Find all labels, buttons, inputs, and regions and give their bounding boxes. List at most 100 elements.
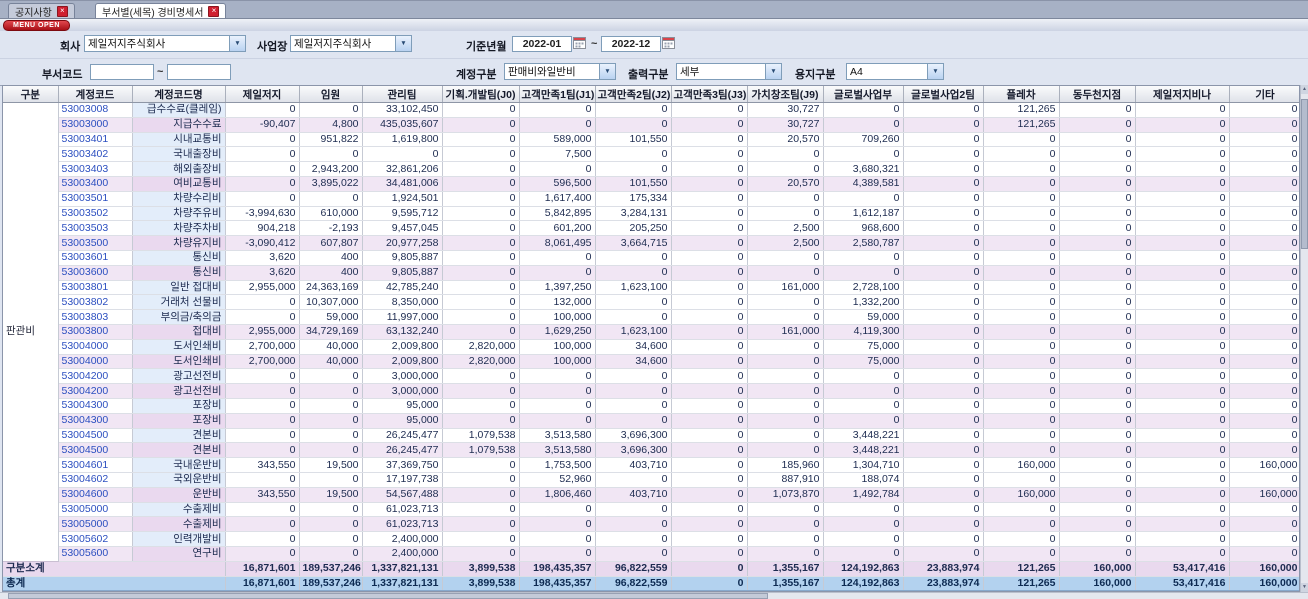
column-header[interactable]: 기획.개발팀(J0) xyxy=(442,86,520,103)
table-row[interactable]: 53004602 국외운반비 0 0 17,197,738 0 52,960 0 0 887,91… xyxy=(3,472,1299,488)
table-row[interactable]: 53004200 광고선전비 0 0 3,000,000 0 0 0 0 0 0 0 0 0 0 0 xyxy=(3,368,1299,385)
table-row[interactable]: 53003801 일반 접대비 2,955,000 24,363,169 42,785,… xyxy=(3,280,1299,296)
menu-open-button[interactable]: MENU OPEN xyxy=(3,20,70,31)
account-code[interactable]: 53003600 xyxy=(58,265,133,281)
account-code[interactable]: 53004000 xyxy=(58,354,133,370)
vertical-scrollbar-thumb[interactable] xyxy=(1301,99,1308,249)
table-row[interactable]: 판관비 53003008 급수수료(클레임) 0 0 33,102,450 0 0 0 0 30,7… xyxy=(3,102,1299,562)
company-select[interactable]: 제일저지주식회사 ▼ xyxy=(84,35,246,52)
close-icon[interactable]: × xyxy=(56,5,68,17)
column-header[interactable]: 계정코드명 xyxy=(132,86,226,103)
account-code[interactable]: 53003401 xyxy=(58,132,133,148)
table-row[interactable]: 53004500 견본비 0 0 26,245,477 1,079,538 3,513,58… xyxy=(3,428,1299,444)
table-row[interactable]: 53003601 통신비 3,620 400 9,805,887 0 0 0 0 0 0 0 0 0 0 0 xyxy=(3,250,1299,266)
table-row[interactable]: 53003803 부의금/축의금 0 59,000 11,997,000 0 100,000… xyxy=(3,309,1299,325)
column-header[interactable]: 제일저지비나 xyxy=(1135,86,1230,103)
account-code[interactable]: 53003800 xyxy=(58,324,133,340)
table-row[interactable]: 53003503 차량주차비 904,218 -2,193 9,457,045 0 601,… xyxy=(3,220,1299,237)
date-from-input[interactable] xyxy=(512,36,572,52)
tab-expense-report[interactable]: 부서별(세목) 경비명세서 × xyxy=(95,3,227,19)
date-to-input[interactable] xyxy=(601,36,661,52)
table-row[interactable]: 53004500 견본비 0 0 26,245,477 1,079,538 3,513,58… xyxy=(3,442,1299,459)
account-code[interactable]: 53003802 xyxy=(58,294,133,311)
account-code[interactable]: 53004601 xyxy=(58,457,133,473)
column-header[interactable]: 고객만족1팀(J1) xyxy=(519,86,596,103)
column-header[interactable]: 기타 xyxy=(1229,86,1299,103)
vertical-scrollbar[interactable]: ▲ ▼ xyxy=(1300,85,1308,592)
table-row[interactable]: 53003402 국내출장비 0 0 0 0 7,500 0 0 0 0 0 0 0 0 0 xyxy=(3,146,1299,163)
account-code[interactable]: 53003400 xyxy=(58,176,133,192)
account-code[interactable]: 53003502 xyxy=(58,206,133,222)
table-row[interactable]: 53004300 포장비 0 0 95,000 0 0 0 0 0 0 0 0 0 0 0 xyxy=(3,413,1299,429)
column-header[interactable]: 제일저지 xyxy=(225,86,300,103)
table-row[interactable]: 53005600 연구비 0 0 2,400,000 0 0 0 0 0 0 0 0 0 0 0 xyxy=(3,546,1299,562)
account-code[interactable]: 53003501 xyxy=(58,191,133,207)
column-header[interactable]: 글로벌사업2팀 xyxy=(903,86,984,103)
table-row[interactable]: 53004000 도서인쇄비 2,700,000 40,000 2,009,800 2,8… xyxy=(3,339,1299,355)
table-row[interactable]: 53003000 지급수수료 -90,407 4,800 435,035,607 0 0 0 0… xyxy=(3,117,1299,133)
account-code[interactable]: 53003000 xyxy=(58,117,133,133)
table-row[interactable]: 53004601 국내운반비 343,550 19,500 37,369,750 0 1,7… xyxy=(3,457,1299,473)
column-header[interactable]: 임원 xyxy=(299,86,363,103)
account-code[interactable]: 53004200 xyxy=(58,368,133,385)
tab-notice[interactable]: 공지사항 × xyxy=(8,3,75,19)
column-header[interactable]: 고객만족2팀(J2) xyxy=(595,86,672,103)
table-row[interactable]: 53003400 여비교통비 0 3,895,022 34,481,006 0 596,50… xyxy=(3,176,1299,192)
table-row[interactable]: 53004000 도서인쇄비 2,700,000 40,000 2,009,800 2,8… xyxy=(3,354,1299,370)
account-code[interactable]: 53004600 xyxy=(58,487,133,503)
table-row[interactable]: 53003401 시내교통비 0 951,822 1,619,800 0 589,000 10… xyxy=(3,132,1299,148)
account-code[interactable]: 53003008 xyxy=(58,102,133,118)
column-header[interactable]: 플레차 xyxy=(983,86,1060,103)
account-code[interactable]: 53004000 xyxy=(58,339,133,355)
column-header[interactable]: 구분 xyxy=(3,86,59,103)
account-code[interactable]: 53003403 xyxy=(58,161,133,177)
table-row[interactable]: 53004200 광고선전비 0 0 3,000,000 0 0 0 0 0 0 0 0 0 0 0 xyxy=(3,383,1299,399)
account-code[interactable]: 53003801 xyxy=(58,280,133,296)
calendar-icon[interactable] xyxy=(662,36,676,50)
column-header[interactable]: 가치창조팀(J9) xyxy=(747,86,824,103)
account-code[interactable]: 53004200 xyxy=(58,383,133,399)
column-header[interactable]: 관리팀 xyxy=(362,86,443,103)
account-code[interactable]: 53004602 xyxy=(58,472,133,488)
table-row[interactable]: 53003502 차량주유비 -3,994,630 610,000 9,595,712 0… xyxy=(3,206,1299,222)
account-code[interactable]: 53003803 xyxy=(58,309,133,325)
table-row[interactable]: 53003403 해외출장비 0 2,943,200 32,861,206 0 0 0 0 0 3,… xyxy=(3,161,1299,177)
table-row[interactable]: 53003600 통신비 3,620 400 9,805,887 0 0 0 0 0 0 0 0 0 0 0 xyxy=(3,265,1299,281)
account-code[interactable]: 53004300 xyxy=(58,413,133,429)
table-row[interactable]: 53005000 수출제비 0 0 61,023,713 0 0 0 0 0 0 0 0 0 0 0 xyxy=(3,502,1299,518)
calendar-icon[interactable] xyxy=(573,36,587,50)
output-type-select[interactable]: 세부 ▼ xyxy=(676,63,782,80)
table-row[interactable]: 53005602 인력개발비 0 0 2,400,000 0 0 0 0 0 0 0 0 0 0 0 xyxy=(3,531,1299,547)
dept-from-input[interactable] xyxy=(90,64,154,80)
account-type-select[interactable]: 판매비와일반비 ▼ xyxy=(504,63,616,80)
scroll-up-icon[interactable]: ▲ xyxy=(1301,85,1308,94)
table-row[interactable]: 53004600 운반비 343,550 19,500 54,567,488 0 1,806… xyxy=(3,487,1299,503)
worksite-select[interactable]: 제일저지주식회사 ▼ xyxy=(290,35,412,52)
table-row[interactable]: 53003501 차량수리비 0 0 1,924,501 0 1,617,400 175,33… xyxy=(3,191,1299,207)
paper-type-select[interactable]: A4 ▼ xyxy=(846,63,944,80)
table-row[interactable]: 53003800 접대비 2,955,000 34,729,169 63,132,240… xyxy=(3,324,1299,340)
table-row[interactable]: 53003500 차량유지비 -3,090,412 607,807 20,977,258… xyxy=(3,235,1299,251)
account-code[interactable]: 53005602 xyxy=(58,531,133,547)
account-code[interactable]: 53003402 xyxy=(58,146,133,163)
table-row[interactable]: 53004300 포장비 0 0 95,000 0 0 0 0 0 0 0 0 0 0 0 xyxy=(3,398,1299,414)
account-code[interactable]: 53005000 xyxy=(58,516,133,533)
table-row[interactable]: 53003802 거래처 선물비 0 10,307,000 8,350,000 0 132,… xyxy=(3,294,1299,311)
account-code[interactable]: 53003601 xyxy=(58,250,133,266)
close-icon[interactable]: × xyxy=(208,5,220,17)
account-code[interactable]: 53004500 xyxy=(58,442,133,459)
subtotal-row[interactable]: 구분소계 16,871,601 189,537,246 1,337,821,131 3,… xyxy=(3,561,1299,577)
account-code[interactable]: 53003503 xyxy=(58,220,133,237)
account-code[interactable]: 53005000 xyxy=(58,502,133,518)
horizontal-scrollbar-thumb[interactable] xyxy=(8,593,768,599)
account-code[interactable]: 53003500 xyxy=(58,235,133,251)
account-code[interactable]: 53004300 xyxy=(58,398,133,414)
account-code[interactable]: 53004500 xyxy=(58,428,133,444)
column-header[interactable]: 계정코드 xyxy=(58,86,133,103)
dept-to-input[interactable] xyxy=(167,64,231,80)
column-header[interactable]: 고객만족3팀(J3) xyxy=(671,86,748,103)
scroll-down-icon[interactable]: ▼ xyxy=(1301,583,1308,592)
table-row[interactable]: 53005000 수출제비 0 0 61,023,713 0 0 0 0 0 0 0 0 0 0 0 xyxy=(3,516,1299,533)
column-header[interactable]: 글로벌사업부 xyxy=(823,86,904,103)
total-row[interactable]: 총계 16,871,601 189,537,246 1,337,821,131 3,89… xyxy=(3,576,1299,591)
